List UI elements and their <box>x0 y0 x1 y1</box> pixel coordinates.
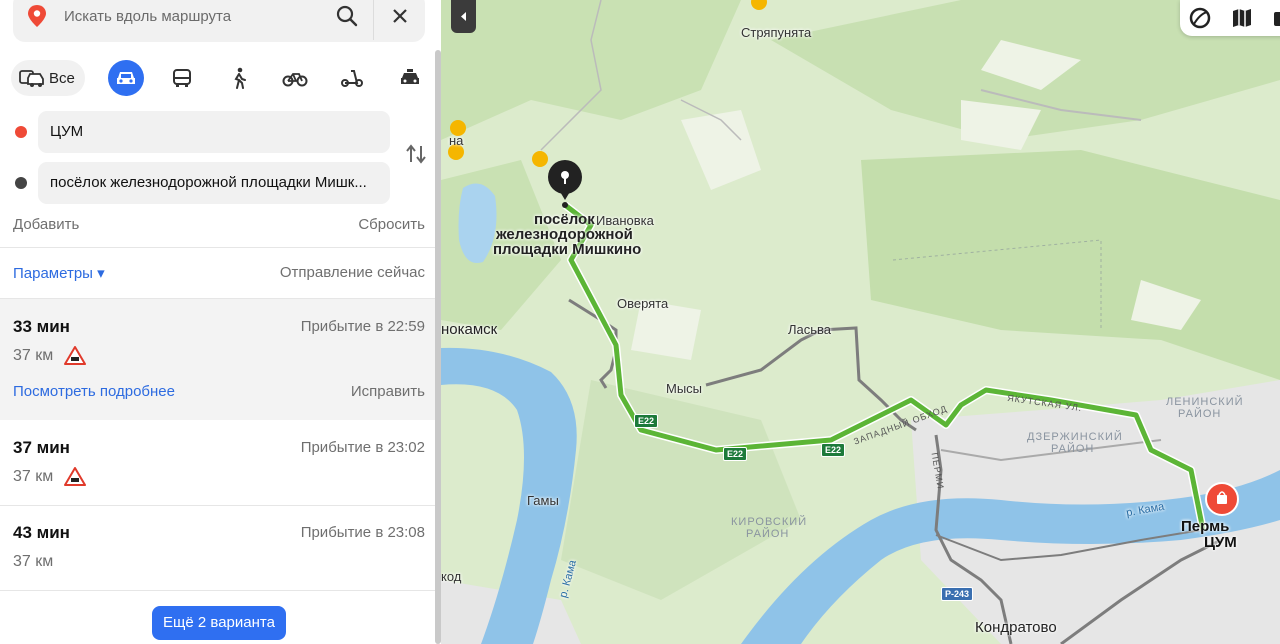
road-works-warning-icon <box>64 346 86 365</box>
destination-dot-icon <box>15 177 27 189</box>
map-label-mysy: Мысы <box>666 381 703 396</box>
mode-car-button[interactable] <box>108 60 144 96</box>
map-label-gamy: Гамы <box>527 493 559 508</box>
parameters-dropdown[interactable]: Параметры ▾ <box>13 264 105 282</box>
search-input[interactable]: Искать вдоль маршрута <box>64 8 231 25</box>
route-option-1[interactable]: 33 мин Прибытие в 22:59 37 км Посмотреть… <box>0 299 437 420</box>
search-separator <box>373 0 374 40</box>
reset-button[interactable]: Сбросить <box>358 216 425 233</box>
panel-scrollbar[interactable] <box>435 50 441 644</box>
route-duration: 37 мин <box>13 438 70 457</box>
bus-icon <box>173 69 191 87</box>
divider <box>0 590 437 591</box>
route-arrival: Прибытие в 23:08 <box>300 524 425 541</box>
origin-marker-icon[interactable] <box>1205 482 1239 516</box>
panorama-icon[interactable] <box>1272 6 1280 30</box>
map-label-dzerzh-2: РАЙОН <box>1051 443 1095 455</box>
taxi-icon <box>401 69 419 84</box>
map-label-lasva: Ласьва <box>788 322 832 337</box>
map-label-tsum: ЦУМ <box>1204 534 1237 551</box>
search-icon[interactable] <box>335 4 359 28</box>
map-label-destination-3: площадки Мишкино <box>493 241 642 258</box>
route-distance: 37 км <box>13 347 54 364</box>
chevron-left-icon <box>461 12 466 21</box>
map-label-krasnokamsk: нокамск <box>441 321 498 338</box>
departure-time-button[interactable]: Отправление сейчас <box>280 264 425 281</box>
layers-icon[interactable] <box>1188 6 1212 30</box>
transport-modes: Все <box>11 60 431 96</box>
route-arrival: Прибытие в 23:02 <box>300 439 425 456</box>
map-view-icon[interactable] <box>1230 6 1254 30</box>
map-canvas[interactable] <box>441 0 1280 644</box>
add-waypoint-button[interactable]: Добавить <box>13 216 79 233</box>
road-shield-e22: E22 <box>821 443 846 457</box>
mode-all-label: Все <box>49 70 75 87</box>
route-panel: Искать вдоль маршрута Все ЦУМ посёлок же… <box>0 0 437 644</box>
mode-bike-button[interactable] <box>277 60 313 96</box>
map-label-lenin-2: РАЙОН <box>1178 408 1222 420</box>
map-label-perm: Пермь <box>1181 518 1230 535</box>
destination-value: посёлок железнодорожной площадки Мишк... <box>50 174 367 191</box>
map-label-lenin-1: ЛЕНИНСКИЙ <box>1166 396 1244 408</box>
route-details-link[interactable]: Посмотреть подробнее <box>13 383 175 400</box>
route-distance: 37 км <box>13 468 54 485</box>
bicycle-icon <box>282 73 308 87</box>
route-duration: 33 мин <box>13 317 70 336</box>
road-shield-r243: Р-243 <box>941 587 974 601</box>
origin-field[interactable]: ЦУМ <box>38 111 390 153</box>
car-icon <box>117 72 135 84</box>
mode-walk-button[interactable] <box>221 60 257 96</box>
map-label-kirovsky-1: КИРОВСКИЙ <box>731 516 808 528</box>
swap-icon[interactable] <box>404 142 428 166</box>
road-shield-e22: E22 <box>634 414 659 428</box>
mode-bus-button[interactable] <box>164 60 200 96</box>
route-search-bar[interactable]: Искать вдоль маршрута <box>13 0 425 42</box>
mode-all-button[interactable]: Все <box>11 60 85 96</box>
origin-value: ЦУМ <box>50 123 84 140</box>
route-option-3[interactable]: 43 мин Прибытие в 23:08 37 км <box>0 506 437 590</box>
route-fix-link[interactable]: Исправить <box>351 383 425 400</box>
route-option-2[interactable]: 37 мин Прибытие в 23:02 37 км <box>0 421 437 505</box>
map-label-kondratovo: Кондратово <box>975 619 1057 636</box>
pedestrian-icon <box>234 67 246 89</box>
map-label-overyata: Оверята <box>617 296 669 311</box>
route-arrival: Прибытие в 22:59 <box>300 318 425 335</box>
route-distance: 37 км <box>13 553 54 570</box>
destination-field[interactable]: посёлок железнодорожной площадки Мишк... <box>38 162 390 204</box>
route-duration: 43 мин <box>13 523 70 542</box>
more-routes-button[interactable]: Ещё 2 варианта <box>152 606 286 640</box>
close-icon[interactable] <box>389 5 411 27</box>
map-view[interactable]: Стряпунята Ивановка посёлок железнодорож… <box>441 0 1280 644</box>
collapse-panel-button[interactable] <box>451 0 476 33</box>
road-shield-e22: E22 <box>723 447 748 461</box>
map-label-dzerzh-1: ДЗЕРЖИНСКИЙ <box>1027 431 1123 443</box>
mode-scooter-button[interactable] <box>334 60 370 96</box>
origin-dot-icon <box>15 126 27 138</box>
mode-taxi-button[interactable] <box>392 60 428 96</box>
map-controls <box>1180 0 1280 36</box>
divider <box>0 247 437 248</box>
map-label-strjapunyata: Стряпунята <box>741 25 812 40</box>
map-label-na: на <box>449 133 464 148</box>
road-works-warning-icon <box>64 467 86 486</box>
location-pin-icon <box>28 5 46 27</box>
map-label-kod: код <box>441 569 462 584</box>
all-transport-icon <box>19 70 44 87</box>
map-label-kirovsky-2: РАЙОН <box>746 528 790 540</box>
scooter-icon <box>341 70 363 87</box>
